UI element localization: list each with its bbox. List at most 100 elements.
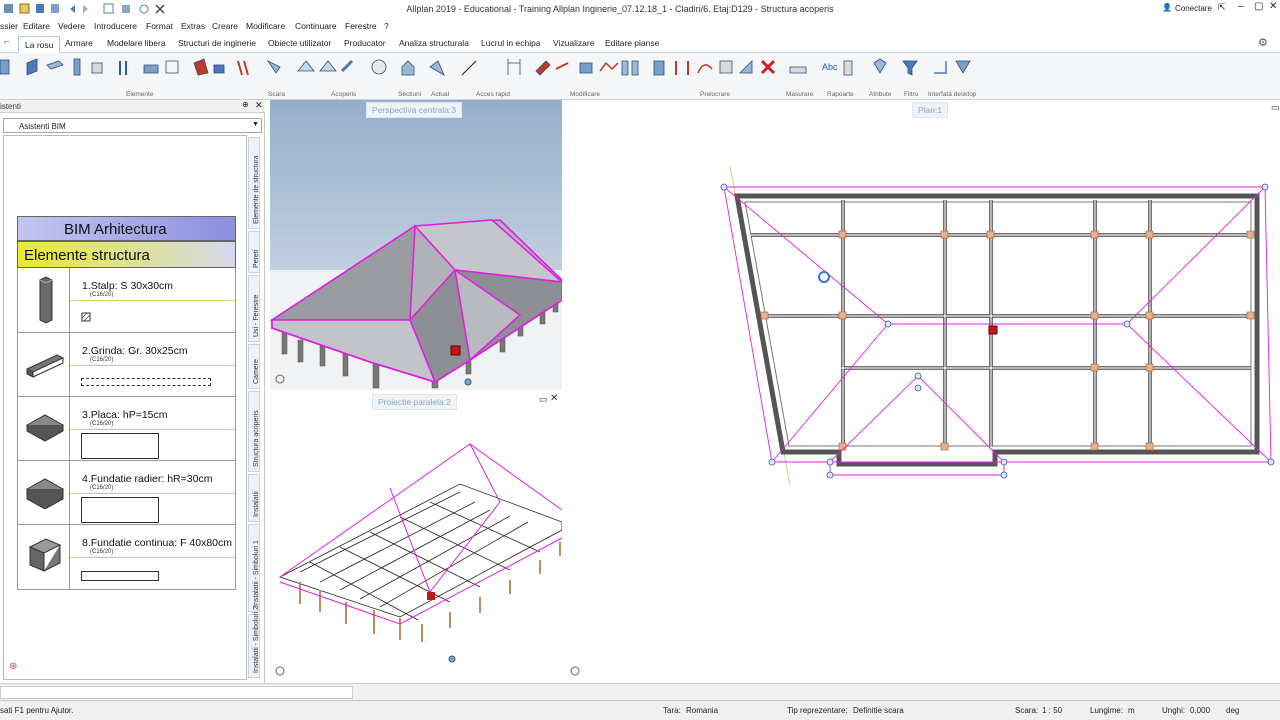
window-title: Allplan 2019 - Educational - Training Al… xyxy=(406,4,834,14)
element-name: 2.Grinda: Gr. 30x25cm xyxy=(82,345,188,357)
bim-title: BIM Arhitectura xyxy=(64,221,167,238)
view-close-icon[interactable]: ✕ xyxy=(550,393,558,404)
tab-structuri-inginerie[interactable]: Structuri de inginerie xyxy=(178,38,256,48)
vtab-instalatii[interactable]: Instalatii xyxy=(248,474,260,522)
perspective-view-label[interactable]: Perspectiva centrala:3 xyxy=(366,102,463,118)
menu-insert[interactable]: Introducere xyxy=(94,21,137,31)
tab-armare[interactable]: Armare xyxy=(65,38,93,48)
perspective-render xyxy=(269,100,565,390)
plan-drawing xyxy=(565,100,1280,683)
group-modificare: Modificare xyxy=(570,91,600,98)
menu-windows[interactable]: Ferestre xyxy=(345,21,377,31)
view-navigation-icon[interactable]: ⊛ xyxy=(9,661,17,672)
horizontal-scroll-area[interactable] xyxy=(0,683,1280,700)
element-row-grinda[interactable]: 2.Grinda: Gr. 30x25cm (C16/20) xyxy=(17,333,236,397)
element-name: 1.Stalp: S 30x30cm xyxy=(82,280,174,292)
assistants-panel: istenti ⊕ ✕ Asistenti BIM ▼ BIM Arhitect… xyxy=(0,100,265,683)
group-atribute: Atribute xyxy=(869,91,892,98)
bim-subtitle: Elemente structura xyxy=(24,247,150,264)
element-row-fundatie-continua[interactable]: 8.Fundatie continua: F 40x80cm (C16/20) xyxy=(17,525,236,590)
minimize-button[interactable]: – xyxy=(1238,1,1244,12)
settings-icon[interactable]: ⚙ xyxy=(1258,36,1268,49)
group-masurare: Masurare xyxy=(786,91,814,98)
menu-format[interactable]: Format xyxy=(146,21,173,31)
scale-value[interactable]: 1 : 50 xyxy=(1042,706,1062,715)
menu-file[interactable]: ssier xyxy=(0,21,18,31)
arrow-icon[interactable]: ⇱ xyxy=(1218,2,1226,13)
group-acoperis: Acoperis xyxy=(331,91,357,98)
tab-producator[interactable]: Producator xyxy=(344,38,386,48)
bim-subtitle-bar: Elemente structura xyxy=(17,241,236,268)
quick-access-toolbar[interactable] xyxy=(4,3,204,15)
raft-foundation-icon xyxy=(25,478,65,509)
element-row-stalp[interactable]: 1.Stalp: S 30x30cm (C16/20) xyxy=(17,268,236,333)
chevron-down-icon[interactable]: ▼ xyxy=(252,121,259,128)
representation-value[interactable]: Definitie scara xyxy=(853,706,904,715)
element-name: 3.Placa: hP=15cm xyxy=(82,409,168,421)
group-interfata-desktop: Interfata desktop xyxy=(928,91,977,98)
panel-close-icon[interactable]: ✕ xyxy=(255,100,263,111)
angle-label: Unghi: xyxy=(1162,706,1186,715)
country-value[interactable]: Romania xyxy=(686,706,718,715)
group-sectiuni: Sectiuni xyxy=(398,91,422,98)
plan-viewport[interactable]: Plan:1 ▭ xyxy=(565,100,1280,683)
angle-value[interactable]: 0.000 xyxy=(1190,706,1210,715)
strip-preview xyxy=(81,571,159,581)
menu-edit[interactable]: Editare xyxy=(23,21,50,31)
ribbon-tabs: ⌐ La rosu Armare Modelare libera Structu… xyxy=(0,35,1280,53)
vtab-structura-acoperis[interactable]: Structura acoperis xyxy=(248,391,260,472)
connect-button[interactable]: Conectare xyxy=(1175,4,1212,13)
tab-analiza-structurala[interactable]: Analiza structurala xyxy=(399,38,469,48)
tab-lucrul-in-echipa[interactable]: Lucrul in echipa xyxy=(481,38,541,48)
panel-header: istenti ⊕ ✕ xyxy=(0,100,265,113)
length-label: Lungime: xyxy=(1090,706,1123,715)
group-elemente: Elemente xyxy=(126,91,154,98)
length-value[interactable]: m xyxy=(1128,706,1135,715)
tab-modelare-libera[interactable]: Modelare libera xyxy=(107,38,166,48)
pin-icon[interactable]: ⊕ xyxy=(242,100,249,109)
ribbon-tool-icons[interactable] xyxy=(0,53,990,89)
tab-vizualizare[interactable]: Vizualizare xyxy=(553,38,594,48)
vtab-pereti[interactable]: Pereti xyxy=(248,231,260,273)
vtab-elemente-structura[interactable]: Elemente de structura xyxy=(248,137,260,229)
group-rapoarte: Rapoarte xyxy=(827,91,854,98)
group-filtru: Filtru xyxy=(904,91,919,98)
element-row-placa[interactable]: 3.Placa: hP=15cm (C16/20) xyxy=(17,397,236,461)
menu-help[interactable]: ? xyxy=(384,21,389,31)
help-text: sati F1 pentru Ajutor. xyxy=(0,706,74,715)
strip-foundation-icon xyxy=(28,538,62,572)
menu-continue[interactable]: Continuare xyxy=(295,21,337,31)
element-row-radier[interactable]: 4.Fundatie radier: hR=30cm (C16/20) xyxy=(17,461,236,525)
command-line[interactable] xyxy=(0,686,353,699)
vtab-instalatii-simboluri-1[interactable]: Instalatii - Simboluri 1 xyxy=(248,524,260,612)
perspective-viewport[interactable]: Perspectiva centrala:3 xyxy=(269,100,565,390)
tab-obiecte-utilizator[interactable]: Obiecte utilizator xyxy=(268,38,331,48)
angle-unit[interactable]: deg xyxy=(1226,706,1239,715)
plan-view-label[interactable]: Plan:1 xyxy=(912,102,949,118)
assistant-dropdown[interactable]: Asistenti BIM ▼ xyxy=(3,118,262,133)
menu-modify[interactable]: Modificare xyxy=(246,21,285,31)
menu-view[interactable]: Vedere xyxy=(58,21,85,31)
tab-la-rosu[interactable]: La rosu xyxy=(18,36,61,53)
beam-preview xyxy=(81,378,211,386)
plan-maximize-icon[interactable]: ▭ xyxy=(1271,102,1280,113)
hatch-icon xyxy=(81,312,91,322)
collapse-icon[interactable]: ⌐ xyxy=(4,37,10,48)
menu-extras[interactable]: Extras xyxy=(181,21,205,31)
maximize-button[interactable]: ▢ xyxy=(1254,1,1263,12)
representation-label: Tip reprezentare: xyxy=(787,706,848,715)
parallel-viewport[interactable]: Proiectie paralela:2 ▭ ✕ xyxy=(270,392,563,683)
abc-button[interactable]: Abc xyxy=(822,62,838,72)
close-button[interactable]: ✕ xyxy=(1269,1,1277,12)
group-acces-rapid: Acces rapid xyxy=(476,91,510,98)
menu-create[interactable]: Creare xyxy=(212,21,238,31)
vtab-instalatii-simboluri-2[interactable]: Instalatii - Simboluri 2 xyxy=(248,606,260,678)
view-maximize-icon[interactable]: ▭ xyxy=(539,394,548,405)
tab-editare-planse[interactable]: Editare planse xyxy=(605,38,659,48)
parallel-view-label[interactable]: Proiectie paralela:2 xyxy=(372,394,457,410)
element-material: (C16/20) xyxy=(90,549,114,555)
vtab-usi-ferestre[interactable]: Usi - Ferestre xyxy=(248,275,260,342)
vtab-camere[interactable]: Camere xyxy=(248,344,260,389)
slab-preview xyxy=(81,433,159,459)
scale-label: Scara: xyxy=(1015,706,1039,715)
